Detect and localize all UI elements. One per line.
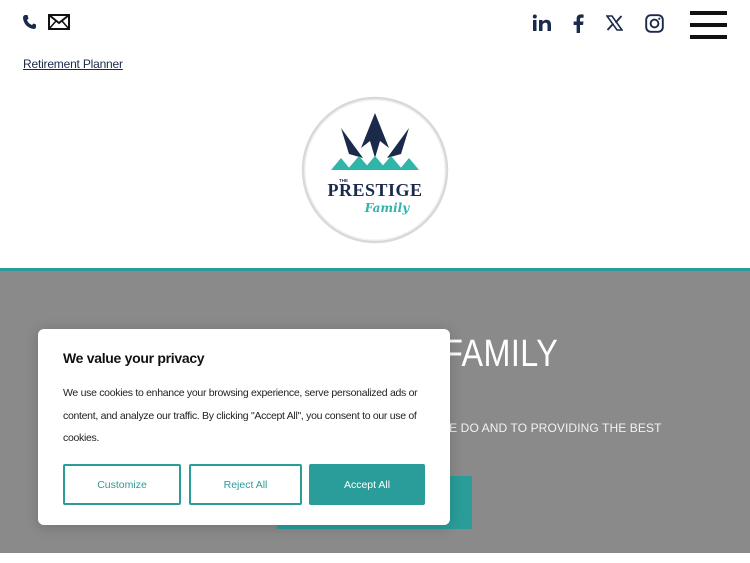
- cookie-text: We use cookies to enhance your browsing …: [63, 387, 418, 444]
- linkedin-icon[interactable]: [531, 12, 553, 34]
- facebook-icon[interactable]: [567, 12, 589, 34]
- retirement-planner-link[interactable]: Retirement Planner: [23, 57, 123, 71]
- top-bar: [0, 0, 750, 48]
- menu-bar: [690, 23, 727, 27]
- prestige-family-logo[interactable]: THE PRESTIGE Family: [301, 96, 449, 244]
- instagram-icon[interactable]: [643, 12, 665, 34]
- menu-bar: [690, 11, 727, 15]
- cookie-title: We value your privacy: [63, 350, 205, 366]
- logo-prestige: PRESTIGE: [327, 180, 422, 200]
- customize-button[interactable]: Customize: [63, 464, 181, 505]
- cookie-consent-dialog: We value your privacy We use cookies to …: [38, 329, 450, 525]
- menu-bar: [690, 35, 727, 39]
- mail-icon[interactable]: [48, 12, 70, 32]
- hamburger-menu-icon[interactable]: [690, 11, 727, 39]
- accept-all-button[interactable]: Accept All: [309, 464, 425, 505]
- logo-family: Family: [364, 201, 410, 215]
- phone-icon[interactable]: [18, 12, 40, 32]
- reject-all-button[interactable]: Reject All: [189, 464, 302, 505]
- x-twitter-icon[interactable]: [603, 12, 625, 34]
